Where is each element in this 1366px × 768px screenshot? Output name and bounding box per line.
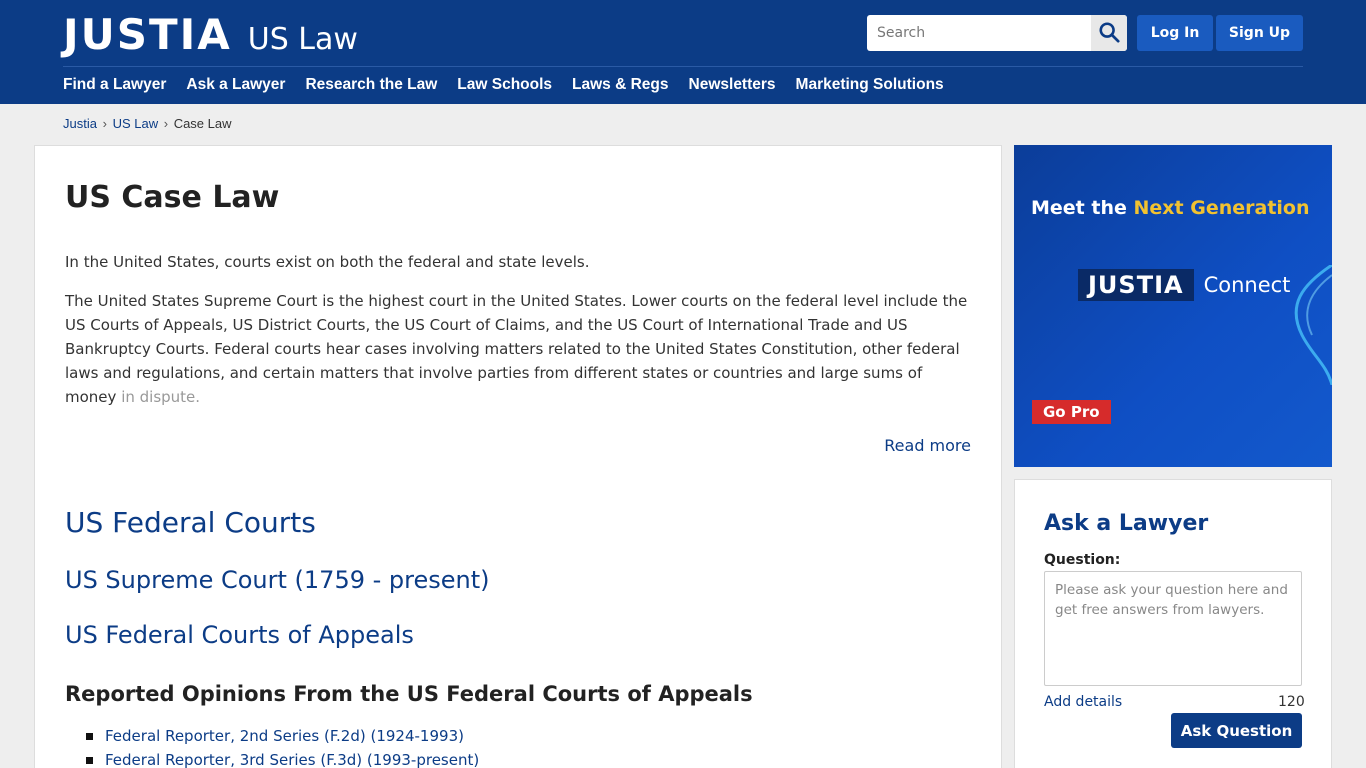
go-pro-button[interactable]: Go Pro	[1032, 400, 1111, 424]
breadcrumb-separator: ›	[102, 116, 107, 131]
justia-logo[interactable]: JUSTIA US Law	[63, 10, 358, 59]
search-input[interactable]	[867, 15, 1091, 51]
ad-headline-pre: Meet the	[1031, 197, 1134, 219]
read-more-link[interactable]: Read more	[884, 436, 971, 455]
breadcrumb-current: Case Law	[173, 116, 232, 131]
question-textarea[interactable]	[1044, 571, 1302, 686]
courts-of-appeals-link[interactable]: US Federal Courts of Appeals	[65, 621, 414, 649]
reporter-list: Federal Reporter, 2nd Series (F.2d) (192…	[85, 724, 479, 768]
search-icon	[1098, 21, 1120, 46]
page-title: US Case Law	[65, 180, 280, 215]
connect-logo-wordmark: JUSTIA	[1078, 269, 1194, 301]
header-divider	[63, 66, 1303, 67]
nav-marketing-solutions[interactable]: Marketing Solutions	[796, 76, 944, 94]
intro-paragraph: In the United States, courts exist on bo…	[65, 253, 590, 271]
breadcrumb-justia[interactable]: Justia	[63, 116, 97, 131]
question-label: Question:	[1044, 552, 1121, 568]
nav-find-a-lawyer[interactable]: Find a Lawyer	[63, 76, 166, 94]
nav-law-schools[interactable]: Law Schools	[457, 76, 552, 94]
supreme-court-link[interactable]: US Supreme Court (1759 - present)	[65, 566, 490, 594]
breadcrumb: Justia › US Law › Case Law	[63, 116, 232, 131]
ad-headline-accent: Next Generation	[1133, 197, 1310, 219]
add-details-link[interactable]: Add details	[1044, 694, 1122, 710]
justia-connect-ad[interactable]: Meet the Next Generation JUSTIA Connect …	[1014, 145, 1332, 467]
logo-wordmark: JUSTIA	[63, 10, 232, 59]
signup-button[interactable]: Sign Up	[1216, 15, 1303, 51]
description-paragraph: The United States Supreme Court is the h…	[65, 289, 975, 409]
logo-section: US Law	[247, 22, 358, 57]
connect-logo: JUSTIA Connect	[1078, 269, 1290, 301]
connect-logo-sub: Connect	[1203, 273, 1291, 297]
description-text: The United States Supreme Court is the h…	[65, 292, 968, 406]
description-fade-text: in dispute.	[121, 388, 201, 406]
search-button[interactable]	[1091, 15, 1127, 51]
breadcrumb-separator: ›	[163, 116, 169, 131]
main-content: US Case Law In the United States, courts…	[34, 145, 1002, 768]
nav-newsletters[interactable]: Newsletters	[689, 76, 776, 94]
login-button[interactable]: Log In	[1137, 15, 1213, 51]
list-item[interactable]: Federal Reporter, 3rd Series (F.3d) (199…	[85, 748, 479, 768]
main-nav: Find a Lawyer Ask a Lawyer Research the …	[63, 76, 944, 94]
nav-research-the-law[interactable]: Research the Law	[305, 76, 437, 94]
nav-laws-regs[interactable]: Laws & Regs	[572, 76, 668, 94]
ad-headline: Meet the Next Generation	[1031, 197, 1310, 219]
char-count: 120	[1278, 694, 1305, 710]
reported-opinions-heading: Reported Opinions From the US Federal Co…	[65, 682, 753, 706]
breadcrumb-us-law[interactable]: US Law	[113, 116, 159, 131]
ask-a-lawyer-widget: Ask a Lawyer Question: Add details 120 A…	[1014, 479, 1332, 768]
list-item[interactable]: Federal Reporter, 2nd Series (F.2d) (192…	[85, 724, 479, 748]
search-box	[867, 15, 1127, 51]
nav-ask-a-lawyer[interactable]: Ask a Lawyer	[186, 76, 285, 94]
ask-question-button[interactable]: Ask Question	[1171, 713, 1302, 748]
ask-a-lawyer-title: Ask a Lawyer	[1044, 511, 1209, 536]
site-header: JUSTIA US Law Log In Sign Up Find a Lawy…	[0, 0, 1366, 104]
federal-courts-heading[interactable]: US Federal Courts	[65, 506, 316, 539]
